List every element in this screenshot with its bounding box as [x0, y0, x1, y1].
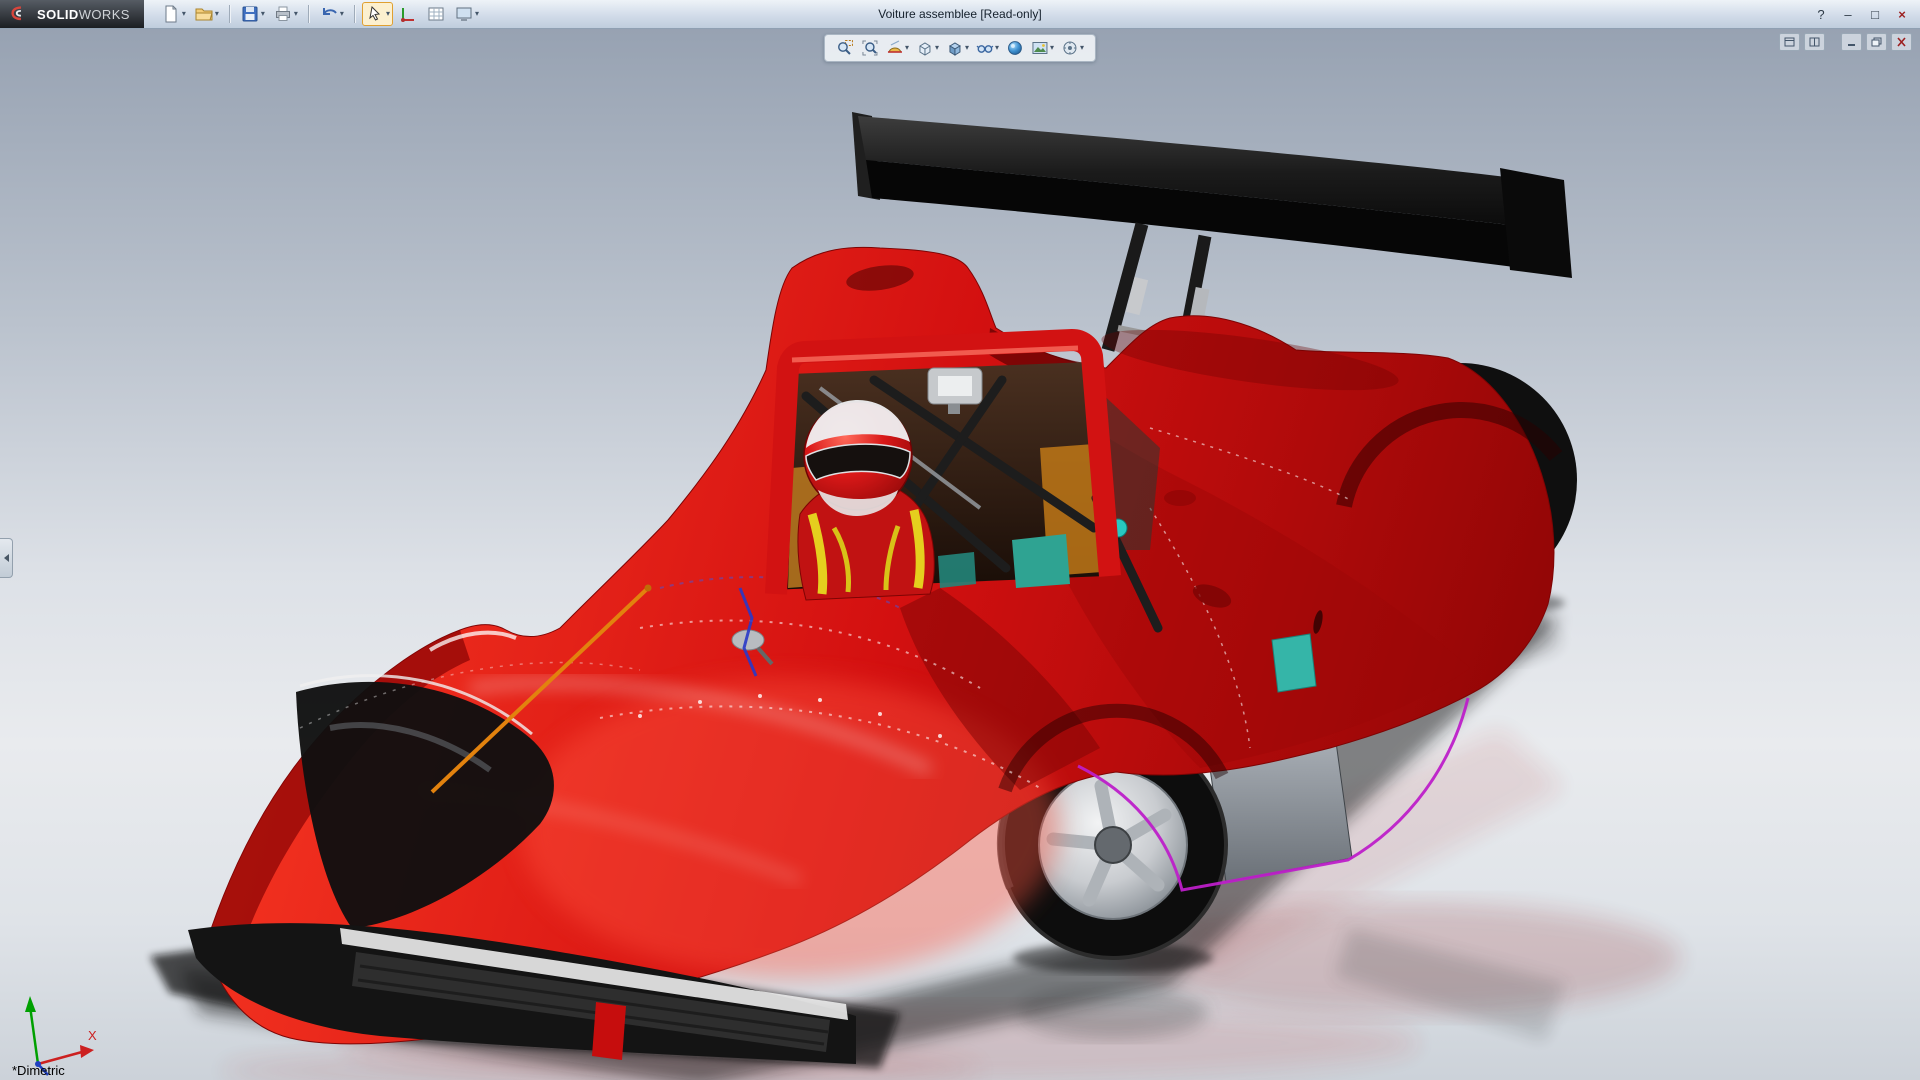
apply-scene-button[interactable]: ▾ [1029, 38, 1056, 58]
reference-geometry-icon [398, 4, 418, 24]
reference-geometry-button[interactable] [395, 2, 421, 26]
undo-button[interactable]: ▾ [316, 2, 347, 26]
view-settings-button[interactable]: ▾ [1059, 38, 1086, 58]
cockpit-panel-teal [938, 552, 976, 588]
dropdown-caret-icon[interactable]: ▾ [386, 10, 390, 18]
zoom-to-fit-button[interactable] [859, 38, 881, 58]
display-style-button[interactable]: ▾ [944, 38, 971, 58]
dropdown-caret-icon[interactable]: ▾ [935, 44, 939, 52]
toolbar-separator [229, 5, 230, 23]
apply-scene-icon [1031, 39, 1049, 57]
zoom-to-fit-icon [861, 39, 879, 57]
help-button[interactable]: ? [1809, 4, 1833, 24]
dropdown-caret-icon[interactable]: ▾ [294, 10, 298, 18]
edit-appearance-icon [1006, 39, 1024, 57]
section-view-icon [886, 39, 904, 57]
file-toolbar: ▾ ▾ ▾ ▾ [158, 2, 482, 26]
brand-text: SOLIDWORKS [37, 7, 130, 22]
view-orientation-button[interactable]: ▾ [914, 38, 941, 58]
dropdown-caret-icon[interactable]: ▾ [475, 10, 479, 18]
solidworks-window: { "titlebar": { "brand_solid": "SOLID", … [0, 0, 1920, 1080]
graphics-area[interactable]: X ▾ [0, 28, 1920, 1080]
edit-appearance-button[interactable] [1004, 38, 1026, 58]
view-orientation-label: *Dimetric [12, 1063, 65, 1078]
window-controls: ? – □ × [1809, 4, 1920, 24]
brand-solid: SOLID [37, 7, 79, 22]
fullscreen-icon[interactable] [1779, 33, 1800, 51]
brand-works: WORKS [79, 7, 130, 22]
triad-x-label: X [88, 1028, 97, 1043]
maximize-button[interactable]: □ [1863, 4, 1887, 24]
open-button[interactable]: ▾ [191, 2, 222, 26]
view-settings-icon [1061, 39, 1079, 57]
cockpit-panel-teal [1012, 534, 1070, 588]
save-button[interactable]: ▾ [237, 2, 268, 26]
zoom-to-area-icon [836, 39, 854, 57]
splitter-support [592, 1002, 626, 1060]
select-cursor-icon [365, 4, 385, 24]
display-style-icon [946, 39, 964, 57]
title-bar: SOLIDWORKS ▾ ▾ ▾ [0, 0, 1920, 29]
print-icon [273, 4, 293, 24]
toolbar-separator [308, 5, 309, 23]
dropdown-caret-icon[interactable]: ▾ [905, 44, 909, 52]
options-icon [454, 4, 474, 24]
undo-icon [319, 4, 339, 24]
document-title: Voiture assemblee [Read-only] [878, 7, 1041, 21]
dropdown-caret-icon[interactable]: ▾ [965, 44, 969, 52]
print-button[interactable]: ▾ [270, 2, 301, 26]
solidworks-logo: SOLIDWORKS [0, 0, 144, 28]
hide-show-items-button[interactable]: ▾ [974, 38, 1001, 58]
split-view-icon[interactable] [1804, 33, 1825, 51]
dropdown-caret-icon[interactable]: ▾ [261, 10, 265, 18]
new-document-icon [161, 4, 181, 24]
dropdown-caret-icon[interactable]: ▾ [215, 10, 219, 18]
toolbar-separator [354, 5, 355, 23]
featuremanager-collapsed-tab[interactable] [0, 538, 13, 578]
options-button[interactable]: ▾ [451, 2, 482, 26]
chevron-left-icon [4, 554, 9, 562]
select-tool-button[interactable]: ▾ [362, 2, 393, 26]
close-document-icon[interactable] [1891, 33, 1912, 51]
dropdown-caret-icon[interactable]: ▾ [1050, 44, 1054, 52]
dropdown-caret-icon[interactable]: ▾ [182, 10, 186, 18]
teal-panel[interactable] [1272, 634, 1316, 692]
dropdown-caret-icon[interactable]: ▾ [995, 44, 999, 52]
hide-show-items-icon [976, 39, 994, 57]
document-window-controls [1779, 33, 1912, 51]
dropdown-caret-icon[interactable]: ▾ [1080, 44, 1084, 52]
new-document-button[interactable]: ▾ [158, 2, 189, 26]
model-scene[interactable]: X [0, 28, 1920, 1080]
minimize-button[interactable]: – [1836, 4, 1860, 24]
dropdown-caret-icon[interactable]: ▾ [340, 10, 344, 18]
open-icon [194, 4, 214, 24]
heads-up-view-toolbar: ▾ ▾ ▾ ▾ [824, 34, 1096, 62]
zoom-to-area-button[interactable] [834, 38, 856, 58]
design-table-button[interactable] [423, 2, 449, 26]
save-icon [240, 4, 260, 24]
solidworks-logo-icon [8, 4, 32, 24]
close-button[interactable]: × [1890, 4, 1914, 24]
section-view-button[interactable]: ▾ [884, 38, 911, 58]
restore-document-icon[interactable] [1866, 33, 1887, 51]
minimize-document-icon[interactable] [1841, 33, 1862, 51]
view-orientation-icon [916, 39, 934, 57]
design-table-icon [426, 4, 446, 24]
